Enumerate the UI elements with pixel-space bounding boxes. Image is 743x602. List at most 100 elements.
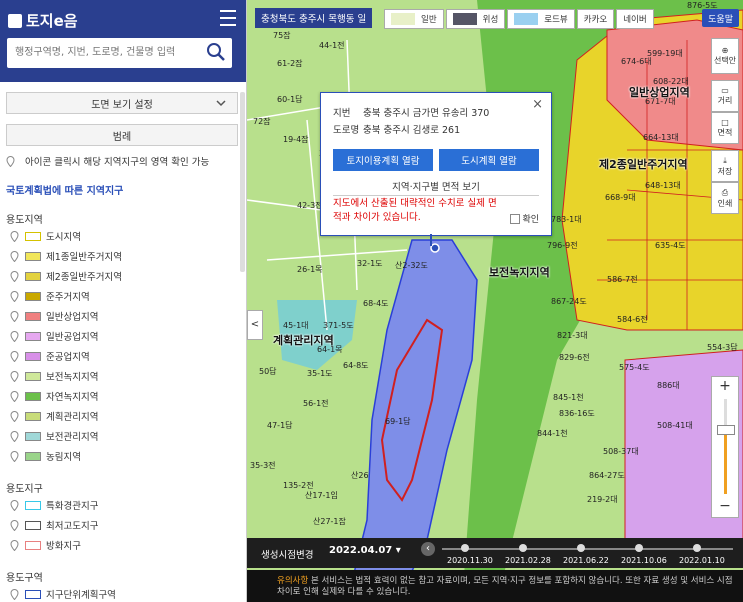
legend-button[interactable]: 범례 [6,124,238,146]
legend-swatch [25,311,41,321]
parcel-label: 50답 [259,367,277,376]
jibun-row: 지번 충북 충주시 금가면 유송리 370 [333,105,489,119]
parcel-label: 586-7전 [607,275,638,284]
pin-icon[interactable] [10,539,19,551]
legend-item[interactable]: 제2종일반주거지역 [6,266,238,286]
pin-icon[interactable] [10,410,19,422]
timeline-dot[interactable] [461,544,469,552]
tool-print-button[interactable]: ⎙ 인쇄 [711,182,739,214]
timeline-dot[interactable] [635,544,643,552]
pin-icon[interactable] [10,519,19,531]
parcel-label: 60-1답 [277,95,303,104]
legend-item[interactable]: 보전관리지역 [6,426,238,446]
legend-item[interactable]: 제1종일반주거지역 [6,246,238,266]
legend-item[interactable]: 준주거지역 [6,286,238,306]
tool-area-button[interactable]: □ 면적 [711,112,739,144]
zone-label-commercial: 일반상업지역 [629,86,690,99]
timeline-prev-button[interactable]: ‹ [421,542,435,556]
timeline-dot[interactable] [577,544,585,552]
map-type-satellite[interactable]: 위성 [445,9,506,29]
city-plan-button[interactable]: 도시계획 열람 [439,149,539,171]
pin-icon[interactable] [10,350,19,362]
pin-icon[interactable] [10,230,19,242]
app-logo[interactable]: 토지e음 [8,10,78,31]
timeline-date-label[interactable]: 2021.10.06 [621,556,667,565]
legend-swatch [25,231,41,241]
legend-item[interactable]: 최저고도지구 [6,515,238,535]
tool-save-button[interactable]: ⤓ 저장 [711,150,739,182]
zoom-out-button[interactable]: − [712,497,738,515]
timeline-dot[interactable] [693,544,701,552]
legend-item[interactable]: 일반공업지역 [6,326,238,346]
legend-item[interactable]: 일반상업지역 [6,306,238,326]
search-icon[interactable] [206,42,226,62]
timeline-date-label[interactable]: 2021.06.22 [563,556,609,565]
legend-item[interactable]: 자연녹지지역 [6,386,238,406]
zoom-in-button[interactable]: + [712,377,738,395]
confirm-checkbox[interactable]: 확인 [510,212,539,225]
timeline-current-date[interactable]: 2022.04.07 ▾ [329,545,401,556]
map-type-normal[interactable]: 일반 [384,9,444,29]
legend-item[interactable]: 계획관리지역 [6,406,238,426]
pin-icon[interactable] [10,250,19,262]
collapse-sidebar-button[interactable]: < [247,310,263,340]
legend-swatch [25,540,41,550]
pin-icon[interactable] [10,430,19,442]
zone-label-residential: 제2종일반주거지역 [599,158,688,171]
parcel-label: 508-37대 [603,447,639,456]
parcel-label: 864-27도 [589,471,625,480]
legend-item[interactable]: 농림지역 [6,446,238,466]
normal-map-thumb-icon [391,13,415,25]
pin-icon[interactable] [10,370,19,382]
tool-select-button[interactable]: ⊕ 선택안 [711,38,739,74]
menu-icon[interactable] [220,10,236,26]
map-type-label: 카카오 [583,15,608,25]
tool-label: 선택안 [713,56,737,65]
legend-item-label: 일반상업지역 [46,312,99,323]
map-type-naver[interactable]: 네이버 [616,9,654,29]
tool-distance-button[interactable]: ▭ 거리 [711,80,739,112]
parcel-label: 19-4잡 [283,135,309,144]
legend-item[interactable]: 도시지역 [6,226,238,246]
timeline-date-label[interactable]: 2022.01.10 [679,556,725,565]
pin-icon[interactable] [10,310,19,322]
pin-icon[interactable] [10,290,19,302]
timeline-date-label[interactable]: 2020.11.30 [447,556,493,565]
pin-icon[interactable] [10,499,19,511]
close-icon[interactable]: × [532,97,543,112]
pin-icon[interactable] [10,450,19,462]
legend-item[interactable]: 특화경관지구 [6,495,238,515]
selected-location-marker[interactable] [430,243,440,253]
land-use-plan-button[interactable]: 토지이용계획 열람 [333,149,433,171]
timeline-date-label[interactable]: 2021.02.28 [505,556,551,565]
search-input[interactable] [7,38,213,66]
legend-item-label: 최저고도지구 [46,521,99,532]
pin-icon[interactable] [10,390,19,402]
chevron-left-icon: < [250,319,260,330]
map-type-roadview[interactable]: 로드뷰 [507,9,575,29]
address-bar[interactable]: 충청북도 충주시 목행동 일 [255,8,373,28]
pin-icon[interactable] [10,330,19,342]
help-button[interactable]: 도움말 [702,9,739,27]
timeline-dot[interactable] [519,544,527,552]
legend-swatch [25,351,41,361]
legend-item[interactable]: 준공업지역 [6,346,238,366]
road-value: 충북 충주시 김생로 261 [363,125,461,136]
legend-item[interactable]: 지구단위계획구역 [6,584,238,602]
logo-text: 토지e음 [26,12,78,30]
sidebar-scrollbar[interactable] [240,92,245,272]
map-type-kakao[interactable]: 카카오 [576,9,615,29]
map-view[interactable]: 75잡44-1전61-2잡60-1답72잡19-4잡31-1잡17-5잡42-3… [247,0,743,602]
pin-icon[interactable] [10,270,19,282]
legend-item-label: 자연녹지지역 [46,392,99,403]
view-settings-dropdown[interactable]: 도면 보기 설정 [6,92,238,114]
legend-item[interactable]: 보전녹지지역 [6,366,238,386]
legend-item[interactable]: 방화지구 [6,535,238,555]
pin-icon[interactable] [10,588,19,600]
zoom-slider-handle[interactable] [717,425,735,435]
legend-swatch [25,391,41,401]
parcel-label: 산17-1임 [305,491,338,500]
legend-swatch [25,251,41,261]
parcel-label: 845-1천 [553,393,584,402]
area-view-title: 지역·지구별 면적 보기 [333,179,539,196]
